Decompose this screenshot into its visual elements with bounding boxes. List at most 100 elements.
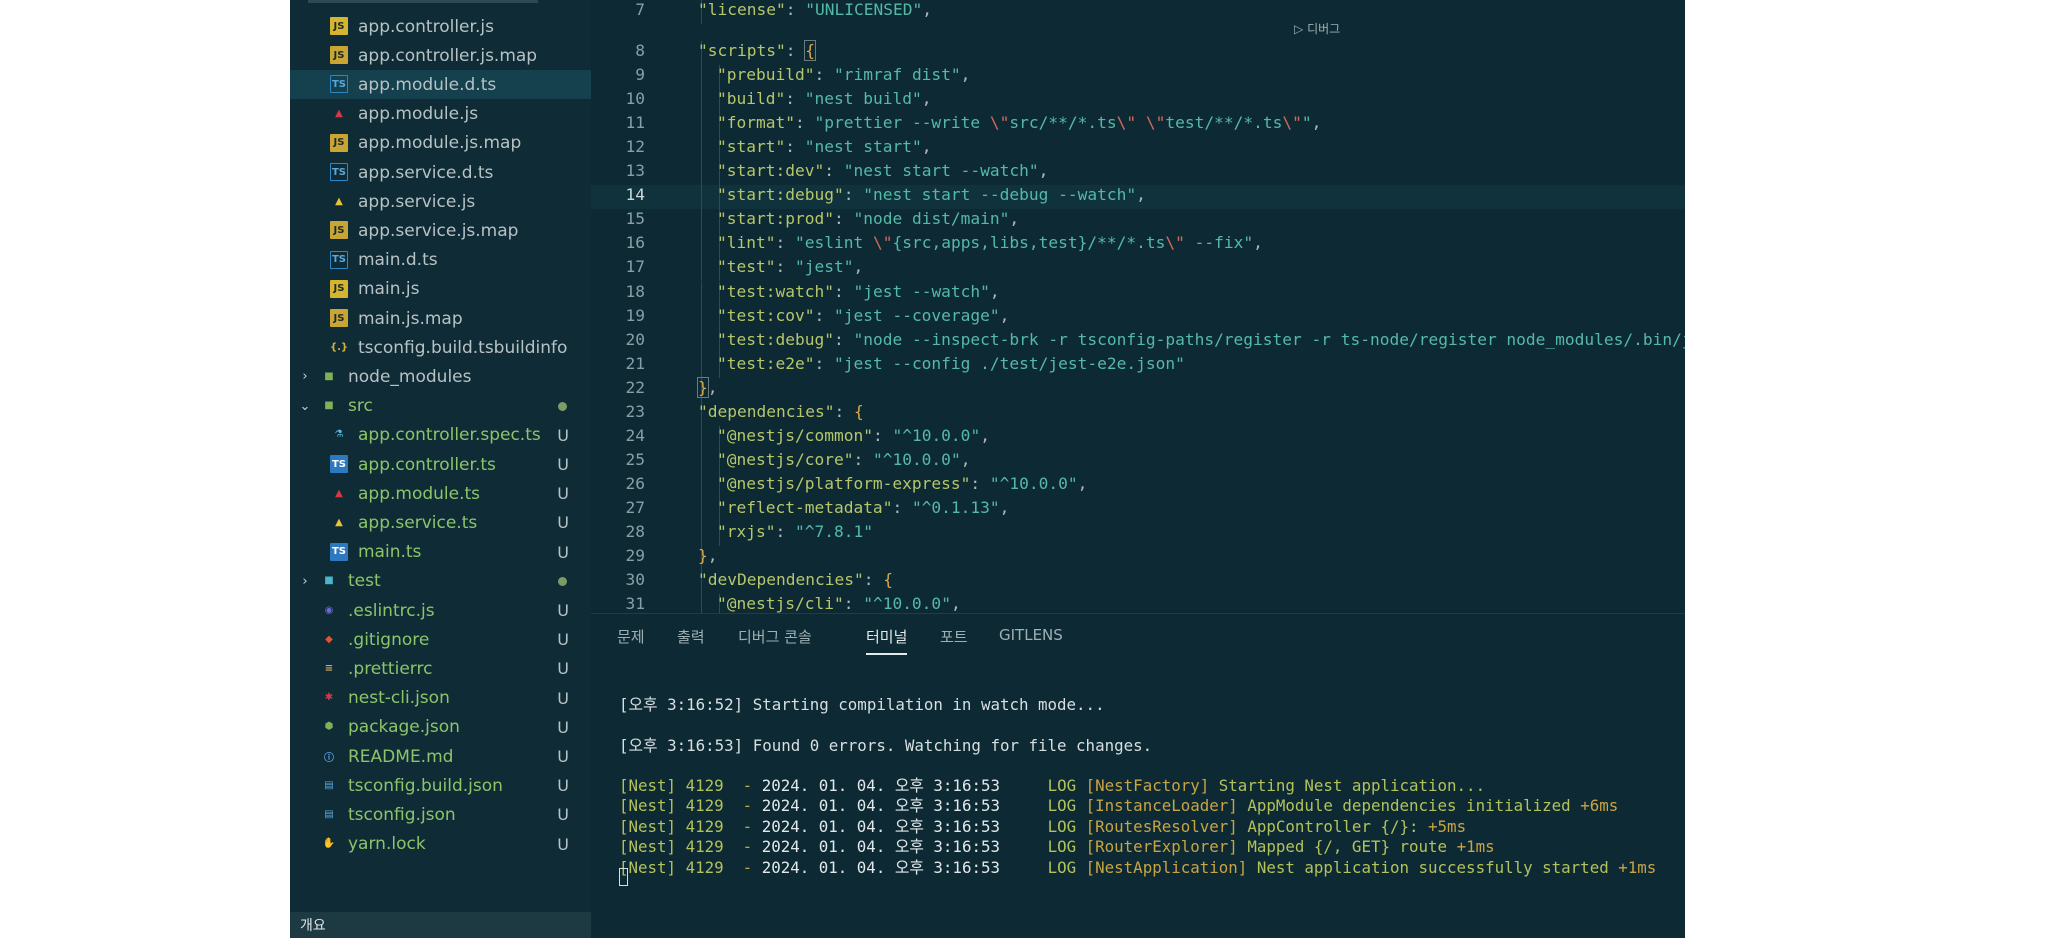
folder-blue-icon: ■	[324, 575, 334, 587]
file-item-main-js-map[interactable]: JS main.js.map	[290, 304, 591, 333]
colon: :	[814, 305, 834, 325]
file-item-app-service-js[interactable]: ▲ app.service.js	[290, 187, 591, 216]
quote: "	[717, 89, 727, 109]
json-key: lint	[726, 233, 766, 253]
log-message: Starting Nest application...	[1218, 776, 1486, 795]
quote: "	[785, 113, 795, 133]
file-item-app-controller-spec-ts[interactable]: ⚗ app.controller.spec.ts U	[290, 421, 591, 450]
file-item-app-controller-ts[interactable]: TS app.controller.ts U	[290, 450, 591, 479]
quote: "	[717, 353, 727, 373]
file-name: main.js.map	[358, 308, 463, 329]
punctuation: ,	[989, 281, 1000, 301]
quote: "	[853, 570, 864, 590]
indent-guide	[701, 305, 702, 330]
panel-tab-5[interactable]: GITLENS	[999, 626, 1063, 644]
panel-tab-2[interactable]: 디버그 콘솔	[738, 626, 812, 647]
code-editor[interactable]: ▷ 디버그 7 "license": "UNLICENSED", 8 "scripts…	[591, 0, 1685, 613]
json-value: eslint \"{src,apps,libs,test}/**/*.ts\" …	[804, 233, 1244, 253]
file-item--prettierrc[interactable]: ≡ .prettierrc U	[290, 654, 591, 683]
chevron-right-icon[interactable]: ›	[298, 369, 312, 384]
separator	[743, 695, 753, 714]
git-icon: ◆	[325, 633, 333, 645]
file-item-main-js[interactable]: JS main.js	[290, 275, 591, 304]
file-name: app.controller.js	[358, 16, 494, 37]
file-item-tsconfig-build-tsbuildinfo[interactable]: {.} tsconfig.build.tsbuildinfo	[290, 333, 591, 362]
separator	[1419, 817, 1429, 836]
file-item-app-service-d-ts[interactable]: TS app.service.d.ts	[290, 158, 591, 187]
panel-tab-4[interactable]: 포트	[940, 626, 968, 647]
folder-item-src[interactable]: ⌄ ■ src	[290, 392, 591, 421]
file-item-main-ts[interactable]: TS main.ts U	[290, 538, 591, 567]
log-pid: 4129	[685, 837, 724, 857]
log-level: LOG	[1047, 796, 1077, 816]
terminal-line: [오후 3:16:52] Starting compilation in wat…	[619, 692, 1105, 715]
file-item-app-module-js[interactable]: ▲ app.module.js	[290, 100, 591, 129]
folder-item-test[interactable]: › ■ test	[290, 567, 591, 596]
code-line: 31 "@nestjs/cli": "^10.0.0",	[591, 594, 1685, 613]
quote: "	[843, 257, 854, 277]
line-number: 17	[625, 257, 646, 277]
json-key: scripts	[707, 41, 776, 60]
log-date: 2024. 01. 04. 오후 3:16:53	[761, 837, 1000, 857]
json-value: nest start --debug --watch	[872, 185, 1127, 205]
file-item-app-module-d-ts[interactable]: TS app.module.d.ts	[290, 70, 591, 100]
file-item-app-module-ts[interactable]: ▲ app.module.ts U	[290, 479, 591, 508]
json-value: ^10.0.0	[902, 425, 971, 445]
debug-codelens-label: 디버그	[1307, 22, 1341, 36]
chevron-down-icon[interactable]: ⌄	[298, 399, 312, 414]
terminal-cursor	[619, 868, 628, 886]
file-item-app-controller-js-map[interactable]: JS app.controller.js.map	[290, 41, 591, 70]
chevron-right-icon[interactable]: ›	[298, 574, 312, 589]
node-icon: ⬢	[324, 721, 334, 733]
punctuation: ,	[960, 65, 971, 85]
line-number: 13	[625, 161, 646, 181]
json-key: prebuild	[726, 65, 805, 85]
separator	[1076, 837, 1086, 856]
line-number: 20	[625, 329, 646, 349]
punctuation: ,	[950, 594, 961, 613]
bottom-panel: 문제 출력 디버그 콘솔 터미널 포트 GITLENS [오후 3:16:52] Star…	[591, 613, 1685, 938]
line-number: 12	[625, 137, 646, 157]
panel-tab-3[interactable]: 터미널	[866, 626, 908, 655]
separator: -	[723, 776, 762, 795]
file-item-app-controller-js[interactable]: JS app.controller.js	[290, 12, 591, 41]
modified-dot-icon	[558, 576, 567, 586]
log-context: [InstanceLoader]	[1085, 796, 1238, 816]
indent-guide	[701, 161, 702, 186]
indent-guide	[701, 449, 702, 474]
punctuation: ,	[1311, 113, 1322, 133]
play-icon: ▷	[1294, 22, 1304, 36]
colon: :	[970, 473, 990, 493]
outline-section-header[interactable]: 개요	[290, 912, 591, 938]
code-text: "start:dev": "nest start --watch",	[717, 161, 1048, 180]
file-item-app-service-js-map[interactable]: JS app.service.js.map	[290, 216, 591, 245]
file-item-package-json[interactable]: ⬢ package.json U	[290, 713, 591, 742]
folder-item-node-modules[interactable]: › ■ node_modules	[290, 362, 591, 391]
log-date: 2024. 01. 04. 오후 3:16:53	[761, 796, 1000, 816]
file-item-tsconfig-build-json[interactable]: ▤ tsconfig.build.json U	[290, 771, 591, 800]
json-key: format	[726, 113, 786, 133]
json-key: test:cov	[726, 305, 805, 325]
file-item-app-service-ts[interactable]: ▲ app.service.ts U	[290, 508, 591, 537]
file-item-tsconfig-json[interactable]: ▤ tsconfig.json U	[290, 800, 591, 829]
file-item-nest-cli-json[interactable]: ✱ nest-cli.json U	[290, 684, 591, 713]
indent-guide	[701, 497, 702, 522]
file-item--gitignore[interactable]: ◆ .gitignore U	[290, 625, 591, 654]
indent-guide	[701, 209, 702, 234]
file-item--eslintrc-js[interactable]: ◉ .eslintrc.js U	[290, 596, 591, 625]
code-text: "test:watch": "jest --watch",	[717, 282, 1000, 301]
file-item-main-d-ts[interactable]: TS main.d.ts	[290, 246, 591, 275]
code-line: 28 "rxjs": "^7.8.1"	[591, 522, 1685, 546]
colon: :	[785, 0, 806, 19]
folder-green-icon: ■	[324, 370, 334, 382]
file-item-app-module-js-map[interactable]: JS app.module.js.map	[290, 129, 591, 158]
colon: :	[775, 233, 795, 253]
file-item-readme-md[interactable]: ⓘ README.md U	[290, 742, 591, 771]
file-item-yarn-lock[interactable]: ✋ yarn.lock U	[290, 830, 591, 859]
quote: "	[853, 281, 864, 301]
log-message: Mapped {/, GET} route	[1247, 837, 1448, 857]
quote: "	[843, 449, 854, 469]
panel-tab-1[interactable]: 출력	[677, 626, 705, 647]
file-name: app.service.ts	[358, 512, 478, 533]
panel-tab-0[interactable]: 문제	[617, 626, 645, 647]
